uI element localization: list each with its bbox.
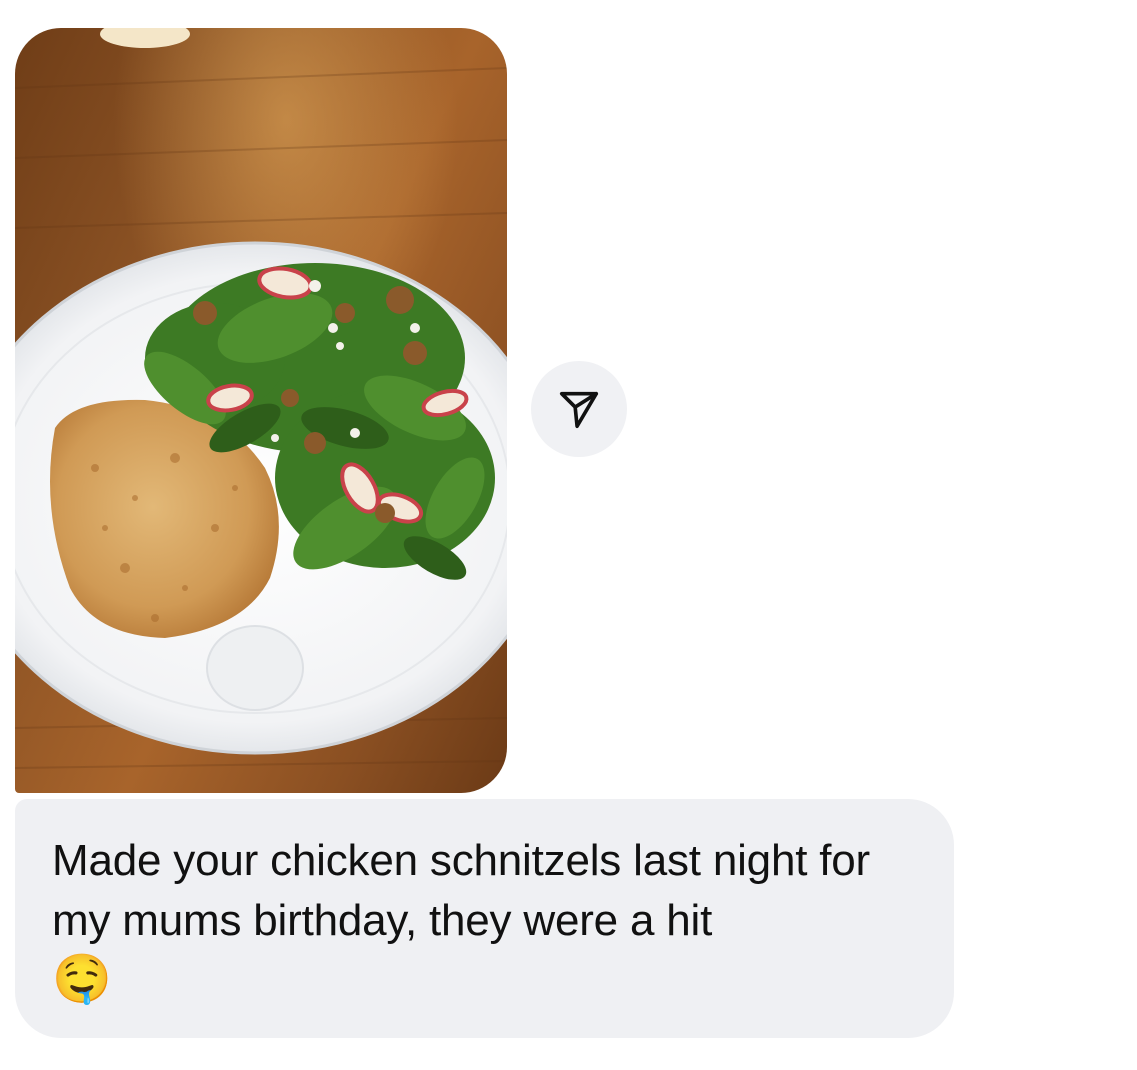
drooling-face-emoji: 🤤 [52,951,112,1007]
shared-photo[interactable] [15,28,507,793]
message-bubble[interactable]: Made your chicken schnitzels last night … [15,799,954,1038]
food-photo-image [15,28,507,793]
share-button[interactable] [531,361,627,457]
message-text: Made your chicken schnitzels last night … [52,836,883,945]
send-icon [559,391,599,429]
